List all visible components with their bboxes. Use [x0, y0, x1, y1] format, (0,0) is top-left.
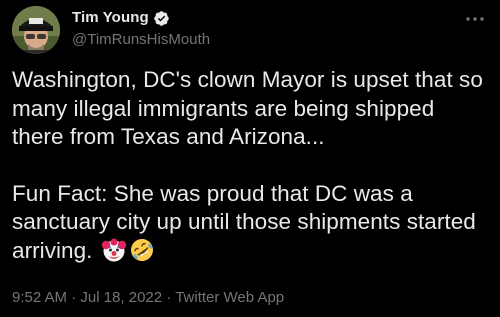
name-row: Tim Young [72, 8, 210, 28]
tweet-meta: 9:52 AM · Jul 18, 2022 · Twitter Web App [12, 289, 284, 307]
user-handle[interactable]: @TimRunsHisMouth [72, 30, 210, 50]
tweet-paragraph-2-text: Fun Fact: She was proud that DC was a sa… [12, 180, 476, 263]
rolling-on-floor-laughing-icon [129, 237, 155, 271]
tweet-card: Tim Young @TimRunsHisMouth Washington, D… [0, 0, 500, 317]
tweet-paragraph-1: Washington, DC's clown Mayor is upset th… [12, 67, 483, 149]
author-block: Tim Young @TimRunsHisMouth [72, 8, 210, 50]
clown-face-icon [101, 237, 127, 271]
tweet-time[interactable]: 9:52 AM [12, 289, 67, 306]
meta-separator-1: · [67, 289, 81, 306]
avatar-image [12, 6, 60, 54]
tweet-paragraph-2: Fun Fact: She was proud that DC was a sa… [12, 180, 492, 271]
display-name[interactable]: Tim Young [72, 8, 149, 28]
meta-separator-2: · [162, 289, 176, 306]
verified-badge-icon [153, 10, 170, 27]
tweet-text: Washington, DC's clown Mayor is upset th… [12, 66, 492, 270]
tweet-source: Twitter Web App [175, 289, 285, 306]
more-options-icon[interactable] [464, 12, 486, 24]
avatar[interactable] [12, 6, 60, 54]
tweet-date[interactable]: Jul 18, 2022 [80, 289, 162, 306]
